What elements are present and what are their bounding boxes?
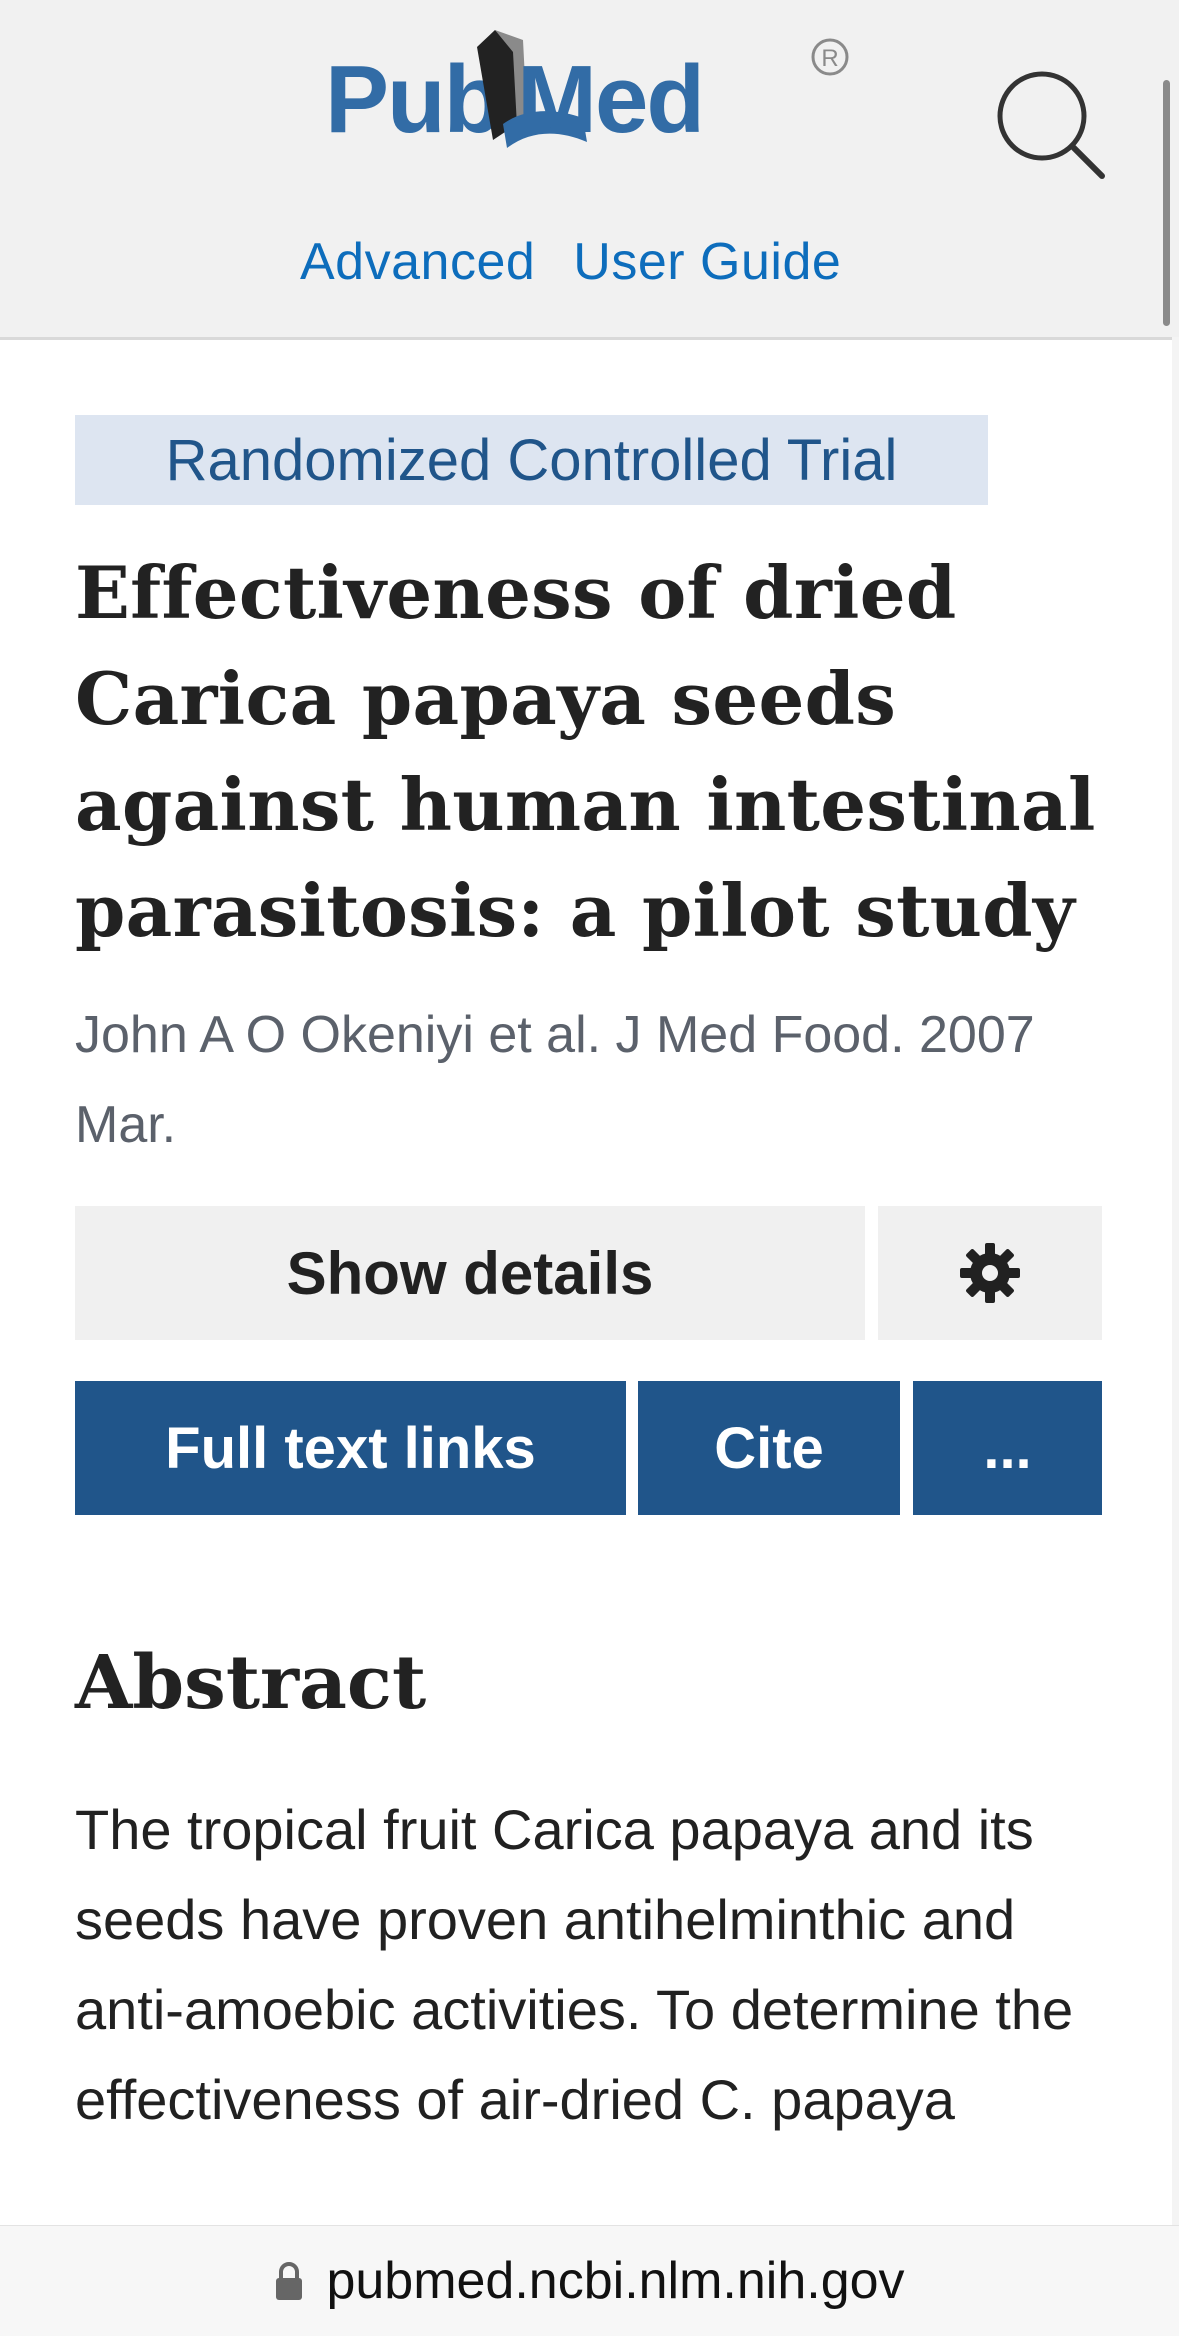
user-guide-link[interactable]: User Guide: [573, 232, 841, 292]
cite-button[interactable]: Cite: [638, 1381, 900, 1515]
article-title: Effectiveness of dried Carica papaya see…: [75, 550, 1096, 953]
lock-icon: [276, 2262, 303, 2300]
article-citation: John A O Okeniyi et al. J Med Food. 2007…: [75, 1006, 1035, 1154]
page-edge: [1172, 337, 1179, 2227]
url-text: pubmed.ncbi.nlm.nih.gov: [326, 2252, 905, 2310]
gear-icon: [960, 1243, 1020, 1303]
abstract-heading: Abstract: [75, 1640, 427, 1726]
search-button[interactable]: [992, 66, 1112, 186]
magnifier-icon: [997, 71, 1105, 179]
display-options-button[interactable]: [878, 1206, 1102, 1340]
header-nav: Advanced User Guide: [300, 232, 841, 292]
pubmed-logo[interactable]: Pub Med R: [325, 22, 855, 212]
publication-type-badge: Randomized Controlled Trial: [75, 415, 988, 505]
svg-text:Med: Med: [517, 46, 703, 153]
svg-text:Pub: Pub: [325, 46, 500, 153]
show-details-button[interactable]: Show details: [75, 1206, 865, 1340]
site-header: Pub Med R Advanced User Guide: [0, 0, 1179, 340]
browser-address-bar[interactable]: pubmed.ncbi.nlm.nih.gov: [0, 2225, 1179, 2336]
scrollbar-thumb[interactable]: [1163, 80, 1170, 326]
full-text-links-button[interactable]: Full text links: [75, 1381, 626, 1515]
more-actions-button[interactable]: ...: [913, 1381, 1102, 1515]
abstract-text: The tropical fruit Carica papaya and its…: [75, 1798, 1074, 2131]
svg-text:R: R: [821, 45, 838, 72]
advanced-search-link[interactable]: Advanced: [300, 232, 535, 292]
